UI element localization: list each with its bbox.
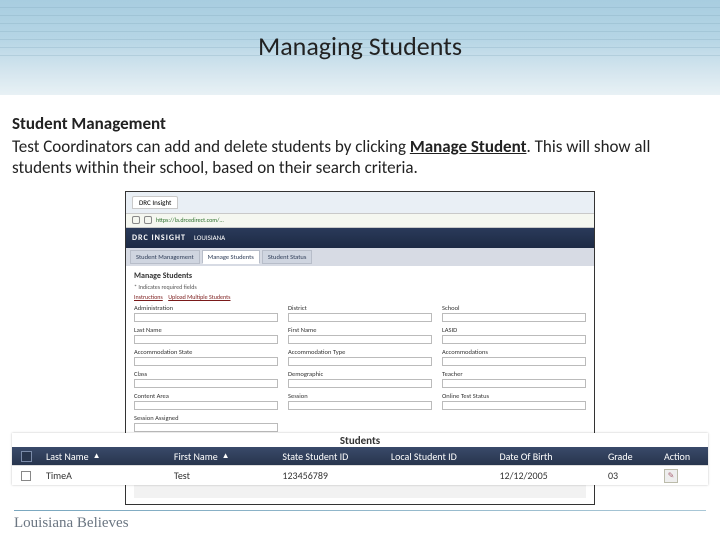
col-first-name[interactable]: First Name	[174, 450, 218, 463]
col-last-name[interactable]: Last Name	[46, 450, 89, 463]
browser-tabstrip: DRC Insight	[126, 192, 594, 214]
col-grade[interactable]: Grade	[608, 450, 633, 463]
label-administration: Administration	[134, 304, 278, 312]
label-district: District	[288, 304, 432, 312]
input-first-name[interactable]	[288, 335, 432, 344]
sort-icon[interactable]: ▲	[93, 451, 101, 461]
label-online-status: Online Test Status	[442, 392, 586, 400]
browser-tab[interactable]: DRC Insight	[132, 196, 178, 209]
browser-urlbar: https://la.drcedirect.com/...	[126, 214, 594, 228]
row-checkbox[interactable]	[21, 471, 31, 481]
label-demographic: Demographic	[288, 370, 432, 378]
label-accom-state: Accommodation State	[134, 348, 278, 356]
input-accom-state[interactable]	[134, 357, 278, 366]
input-online-status[interactable]	[442, 401, 586, 410]
input-lasid[interactable]	[442, 335, 586, 344]
tab-student-management[interactable]: Student Management	[130, 250, 200, 264]
input-accom-type[interactable]	[288, 357, 432, 366]
col-action: Action	[664, 450, 690, 463]
brand-right: LOUISIANA	[194, 233, 225, 242]
input-content-area[interactable]	[134, 401, 278, 410]
footer-rule	[14, 510, 706, 511]
app-brandbar: DRC INSIGHT LOUISIANA	[126, 228, 594, 248]
label-teacher: Teacher	[442, 370, 586, 378]
tab-manage-students[interactable]: Manage Students	[202, 250, 260, 264]
input-session[interactable]	[288, 401, 432, 410]
search-form: Administration District School Last Name…	[134, 304, 586, 432]
label-content-area: Content Area	[134, 392, 278, 400]
label-lasid: LASID	[442, 326, 586, 334]
header-band: Managing Students	[0, 0, 720, 95]
slide-title: Managing Students	[0, 30, 720, 62]
input-session-assigned[interactable]	[134, 423, 278, 432]
nav-tabs: Student Management Manage Students Stude…	[126, 248, 594, 266]
col-local-id[interactable]: Local Student ID	[391, 450, 457, 463]
upload-multiple-link[interactable]: Upload Multiple Students	[168, 293, 230, 301]
edit-action-button[interactable]: ✎	[664, 469, 678, 483]
panel-required-note: * Indicates required fields	[134, 283, 586, 291]
input-demographic[interactable]	[288, 379, 432, 388]
cell-first-name: Test	[168, 469, 277, 482]
col-state-id[interactable]: State Student ID	[282, 450, 348, 463]
table-row: TimeA Test 123456789 12/12/2005 03 ✎	[12, 465, 708, 485]
para-text-1: Test Coordinators can add and delete stu…	[12, 136, 410, 157]
panel-title: Manage Students	[134, 271, 586, 281]
cell-state-id: 123456789	[276, 469, 385, 482]
description-paragraph: Test Coordinators can add and delete stu…	[12, 136, 708, 179]
url-text: https://la.drcedirect.com/...	[156, 216, 588, 224]
instructions-link[interactable]: Instructions	[134, 293, 163, 301]
forward-icon[interactable]	[144, 216, 152, 224]
select-all-checkbox[interactable]	[21, 451, 32, 462]
label-school: School	[442, 304, 586, 312]
label-session: Session	[288, 392, 432, 400]
input-district[interactable]	[288, 313, 432, 322]
brand-left: DRC INSIGHT	[132, 233, 186, 243]
input-class[interactable]	[134, 379, 278, 388]
label-accom-type: Accommodation Type	[288, 348, 432, 356]
students-table-title: Students	[12, 433, 708, 447]
manage-student-link-text: Manage Student	[410, 136, 527, 157]
label-last-name: Last Name	[134, 326, 278, 334]
back-icon[interactable]	[132, 216, 140, 224]
label-accom: Accommodations	[442, 348, 586, 356]
input-school[interactable]	[442, 313, 586, 322]
input-last-name[interactable]	[134, 335, 278, 344]
input-administration[interactable]	[134, 313, 278, 322]
sort-icon[interactable]: ▲	[222, 451, 230, 461]
label-session-assigned: Session Assigned	[134, 414, 278, 422]
input-teacher[interactable]	[442, 379, 586, 388]
cell-last-name: TimeA	[40, 469, 168, 482]
slide-footer: Louisiana Believes	[0, 510, 720, 532]
col-dob[interactable]: Date Of Birth	[499, 450, 552, 463]
tab-student-status[interactable]: Student Status	[262, 250, 313, 264]
section-heading: Student Management	[12, 113, 708, 134]
students-table-header: Last Name▲ First Name▲ State Student ID …	[12, 447, 708, 465]
footer-brand: Louisiana Believes	[14, 515, 706, 532]
panel-links: Instructions Upload Multiple Students	[134, 293, 586, 301]
label-class: Class	[134, 370, 278, 378]
label-first-name: First Name	[288, 326, 432, 334]
students-table-zoom: Students Last Name ▲ First Name ▲ State St…	[12, 433, 708, 485]
cell-grade: 03	[602, 469, 658, 482]
cell-dob: 12/12/2005	[493, 469, 602, 482]
input-accom[interactable]	[442, 357, 586, 366]
